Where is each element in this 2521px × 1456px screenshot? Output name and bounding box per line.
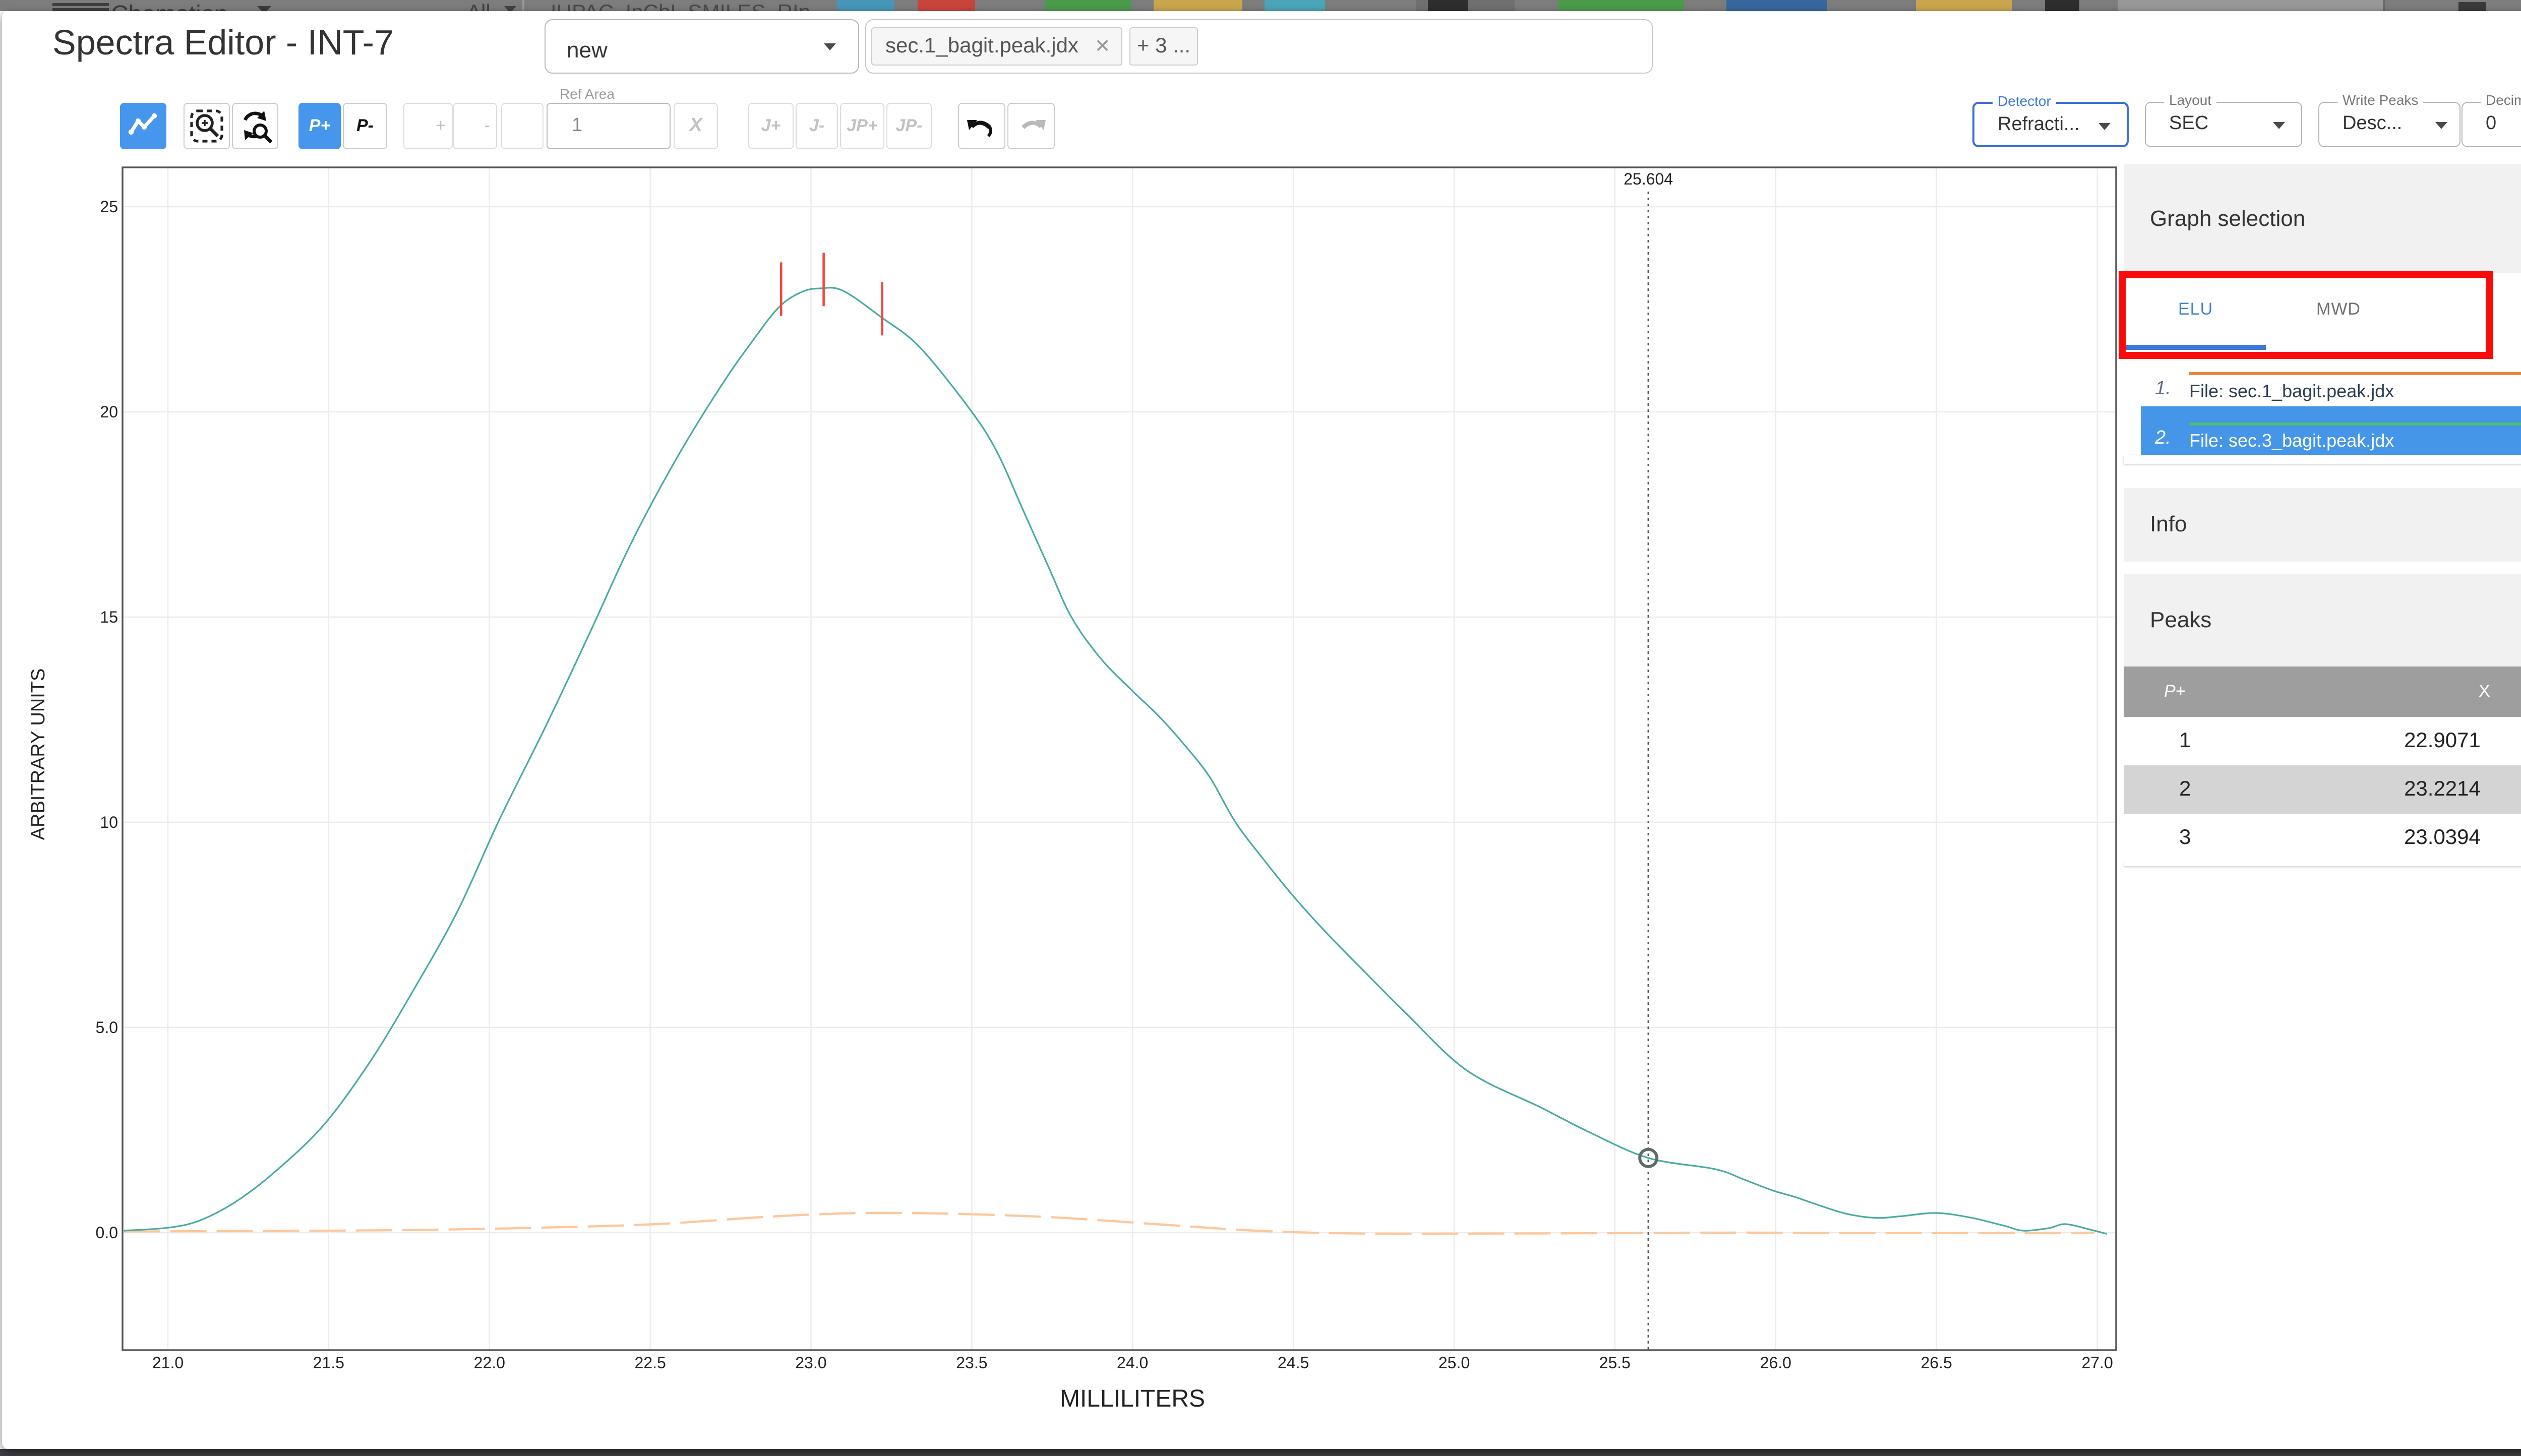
svg-text:10: 10 (100, 813, 118, 831)
svg-text:25.0: 25.0 (1438, 1354, 1470, 1372)
svg-text:5.0: 5.0 (96, 1018, 118, 1037)
svg-text:23.0: 23.0 (795, 1354, 826, 1372)
svg-text:MILLILITERS: MILLILITERS (1060, 1385, 1205, 1412)
svg-text:25: 25 (100, 198, 118, 216)
svg-text:27.0: 27.0 (2081, 1354, 2113, 1372)
svg-text:20: 20 (100, 403, 118, 421)
svg-text:25.604: 25.604 (1624, 170, 1673, 188)
svg-text:26.0: 26.0 (1760, 1354, 1791, 1372)
svg-text:24.5: 24.5 (1278, 1354, 1309, 1372)
svg-text:0.0: 0.0 (96, 1224, 118, 1242)
svg-text:21.5: 21.5 (313, 1354, 344, 1372)
svg-text:26.5: 26.5 (1920, 1354, 1952, 1372)
svg-text:22.0: 22.0 (474, 1354, 505, 1372)
svg-text:23.5: 23.5 (956, 1354, 987, 1372)
svg-text:24.0: 24.0 (1117, 1354, 1148, 1372)
svg-text:22.5: 22.5 (634, 1354, 666, 1372)
svg-text:ARBITRARY UNITS: ARBITRARY UNITS (28, 669, 49, 840)
svg-text:25.5: 25.5 (1599, 1354, 1631, 1372)
svg-text:21.0: 21.0 (152, 1354, 184, 1372)
svg-text:15: 15 (100, 608, 118, 626)
